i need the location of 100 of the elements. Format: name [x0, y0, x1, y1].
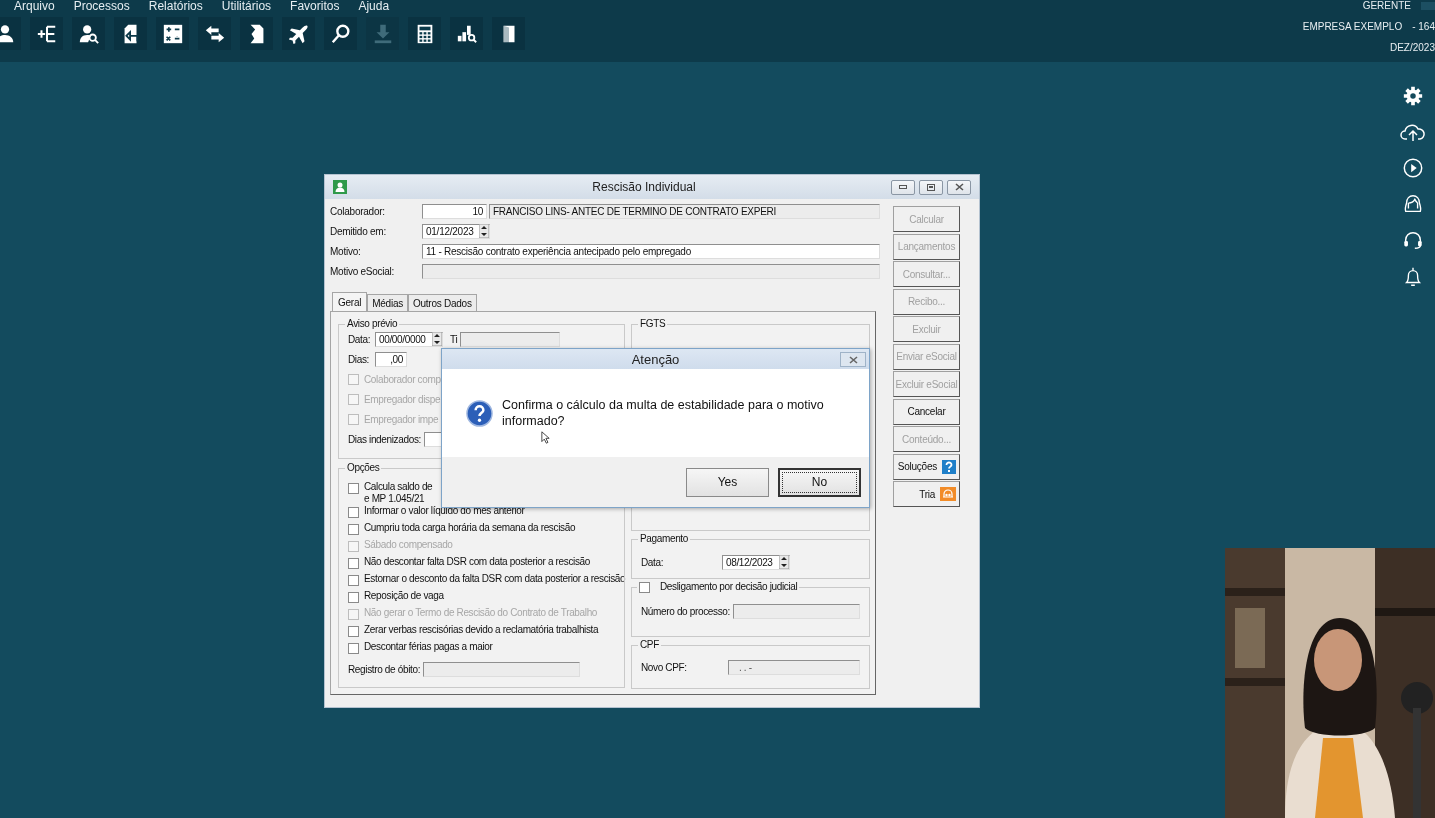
maximize-button[interactable] [919, 179, 943, 195]
checkbox-label: Calcula saldo de [364, 481, 433, 493]
company-code: - 164 [1412, 21, 1435, 33]
date-field[interactable]: 01/12/2023 [422, 223, 490, 239]
math-signs-icon [161, 22, 184, 45]
checkbox-label: e MP 1.045/21 [364, 493, 426, 505]
checkbox[interactable] [348, 643, 359, 654]
airplane-icon [287, 22, 310, 45]
menu-item[interactable]: Processos [73, 0, 130, 12]
cursor-icon [541, 431, 550, 444]
checkbox-label: Não gerar o Termo de Rescisão do Contrato de Trabalho [364, 607, 598, 619]
close-button[interactable] [840, 352, 866, 367]
close-icon [848, 355, 858, 364]
button[interactable]: Cancelar [893, 398, 960, 425]
search-icon [329, 22, 352, 45]
field-label: Demitido em: [330, 225, 387, 237]
robot-icon [940, 487, 956, 501]
checkbox-label: Estornar o desconto da falta DSR com data posterior a rescisão [364, 573, 626, 585]
avatar-icon[interactable] [1402, 193, 1424, 215]
days-field[interactable]: ,00 [375, 351, 407, 367]
app-icon [333, 180, 347, 194]
field-label: Dias indenizados: [348, 433, 421, 445]
tab[interactable]: Geral [332, 292, 368, 311]
button[interactable]: Soluções [893, 453, 960, 480]
checkbox[interactable] [348, 626, 359, 637]
toolbar-button[interactable] [156, 17, 189, 50]
group-title: Aviso prévio [345, 318, 400, 330]
checkbox-label: Zerar verbas rescisórias devido a reclamatória trabalhista [364, 624, 599, 636]
name-field: FRANCISO LINS- ANTEC DE TERMINO DE CONTRATO EXPERI [489, 203, 880, 219]
field-label: Motivo eSocial: [330, 265, 396, 277]
tab[interactable]: Outros Dados [407, 294, 477, 311]
field-label: Número do processo: [641, 605, 730, 617]
field-label: Novo CPF: [641, 661, 688, 673]
close-button[interactable] [947, 179, 971, 195]
field-label: Ti [450, 333, 458, 345]
date-field[interactable]: 00/00/0000 [375, 331, 443, 347]
date-field[interactable]: 08/12/2023 [722, 554, 790, 570]
period-label: DEZ/2023 [1389, 42, 1435, 54]
group-title: Pagamento [638, 533, 690, 545]
checkbox[interactable] [639, 581, 650, 593]
spinner-icon[interactable] [779, 555, 789, 569]
user-badge [1421, 2, 1435, 10]
toolbar-button[interactable] [30, 17, 63, 50]
field-label: Colaborador: [330, 205, 386, 217]
dialog-button[interactable]: No [778, 467, 861, 497]
field-label: Data: [348, 333, 372, 345]
window-title: Rescisão Individual [591, 180, 697, 194]
spinner-icon[interactable] [432, 332, 442, 346]
checkbox-label: Colaborador comp [364, 373, 441, 385]
checkbox[interactable] [348, 592, 359, 603]
play-icon[interactable] [1402, 157, 1424, 179]
toolbar-button[interactable] [492, 17, 525, 50]
field-label: Motivo: [330, 245, 362, 257]
reason-field[interactable]: 11 - Rescisão contrato experiência antecipado pelo empregado [422, 243, 880, 259]
settings-icon[interactable] [1402, 85, 1424, 107]
checkbox[interactable] [348, 558, 359, 569]
code-field[interactable]: 10 [422, 203, 487, 219]
toolbar-button[interactable] [282, 17, 315, 50]
person-search-icon [77, 22, 100, 45]
group-title: Opções [345, 462, 382, 474]
menu-item[interactable]: Ajuda [358, 0, 390, 12]
help-icon [942, 459, 956, 474]
toolbar-button[interactable] [324, 17, 357, 50]
question-icon [466, 399, 493, 427]
checkbox-label: Empregador dispe [364, 393, 441, 405]
group-title: CPF [638, 639, 661, 651]
close-icon [954, 183, 964, 191]
field-label: Dias: [348, 353, 371, 365]
toolbar-button[interactable] [114, 17, 147, 50]
toolbar-button[interactable] [240, 17, 273, 50]
minimize-icon [899, 185, 907, 189]
checkbox-label: Sábado compensado [364, 539, 453, 551]
user-name: GERENTE [1362, 0, 1411, 12]
minimize-button[interactable] [891, 179, 915, 195]
checkbox[interactable] [348, 507, 359, 518]
checkbox-label: Reposição de vaga [364, 590, 444, 602]
field-label: Data: [641, 556, 665, 568]
menu-item[interactable]: Utilitários [221, 0, 272, 12]
toolbar-button[interactable] [72, 17, 105, 50]
checkbox[interactable] [348, 483, 359, 494]
checkbox-label: Cumpriu toda carga horária da semana da rescisão [364, 522, 576, 534]
tab[interactable]: Médias [367, 294, 408, 311]
maximize-icon [927, 183, 935, 191]
toolbar-button[interactable] [198, 17, 231, 50]
checkbox-label: Desligamento por decisão judicial [660, 581, 798, 593]
menu-item[interactable]: Favoritos [290, 0, 340, 12]
spinner-icon[interactable] [479, 224, 489, 238]
toolbar-button[interactable] [408, 17, 441, 50]
button[interactable]: Tria [893, 481, 960, 507]
toolbar-button[interactable] [450, 17, 483, 50]
checkbox-label: Descontar férias pagas a maior [364, 641, 493, 653]
person-icon [0, 22, 16, 45]
group-title: FGTS [638, 318, 668, 330]
checkbox[interactable] [348, 575, 359, 586]
checkbox[interactable] [348, 524, 359, 535]
dialog-button[interactable]: Yes [686, 467, 769, 497]
menu-item[interactable]: Relatórios [148, 0, 203, 12]
menu-item[interactable]: Arquivo [14, 0, 55, 12]
dialog-message: Confirma o cálculo da multa de estabilidade para o motivo informado? [502, 397, 825, 429]
headset-icon[interactable] [1402, 229, 1424, 251]
